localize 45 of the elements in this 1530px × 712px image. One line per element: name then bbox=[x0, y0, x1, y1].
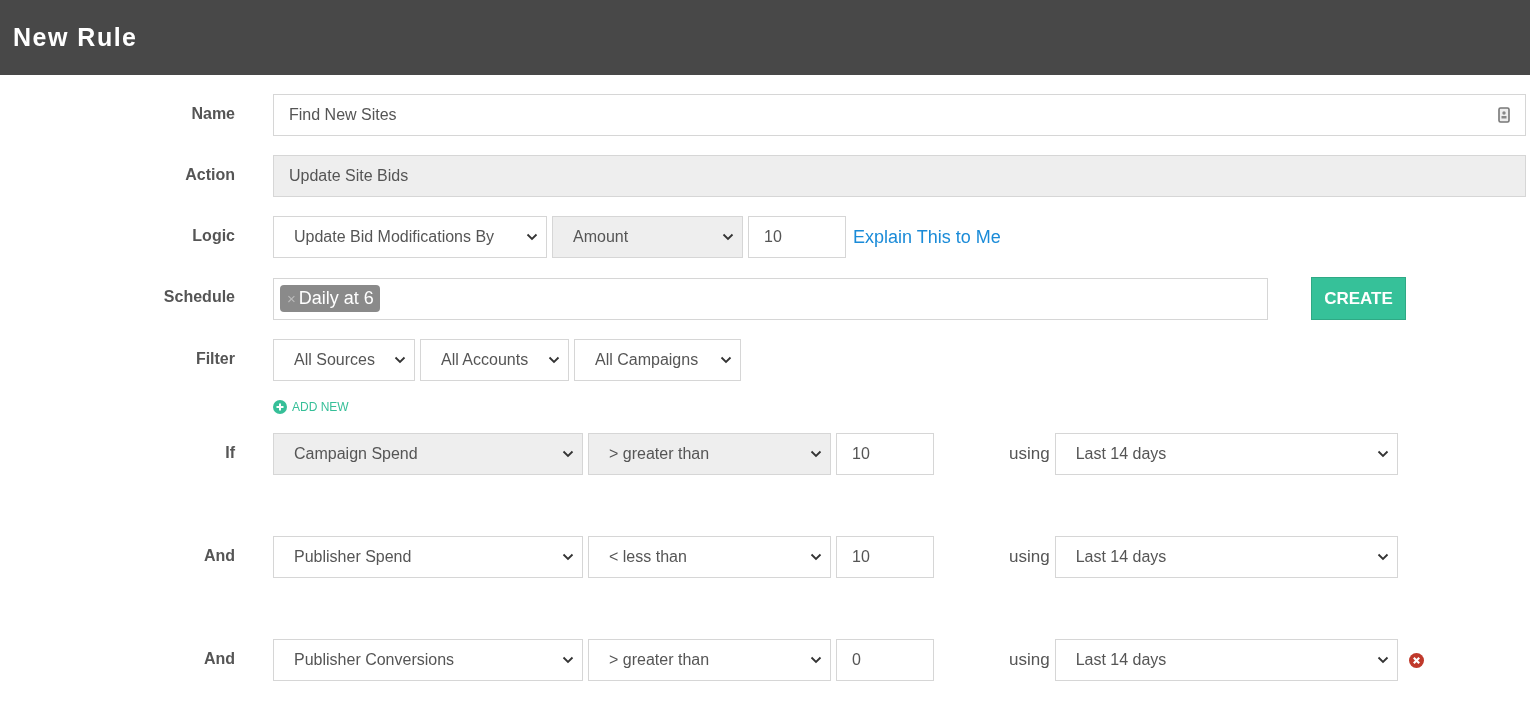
value-input[interactable]: 0 bbox=[836, 639, 934, 681]
field-label: Schedule bbox=[163, 287, 235, 306]
chevron-down-icon bbox=[562, 553, 574, 561]
chevron-down-icon bbox=[810, 553, 822, 561]
field-label: Logic bbox=[192, 226, 235, 245]
condition-label: And bbox=[203, 649, 235, 668]
remove-icon[interactable] bbox=[1408, 652, 1424, 668]
chevron-down-icon bbox=[810, 656, 822, 664]
metric-dropdown[interactable]: Publisher Spend bbox=[273, 536, 583, 578]
plus-circle-icon bbox=[273, 400, 287, 414]
chevron-down-icon bbox=[526, 233, 538, 241]
dropdown[interactable]: All Campaigns bbox=[574, 339, 741, 381]
chevron-down-icon bbox=[1376, 656, 1389, 664]
operator-dropdown[interactable]: > greater than bbox=[588, 639, 831, 681]
using-label: using bbox=[1009, 444, 1050, 464]
value-input[interactable]: 10 bbox=[836, 536, 934, 578]
operator-dropdown[interactable]: < less than bbox=[588, 536, 831, 578]
date-range-dropdown[interactable]: Last 14 days bbox=[1054, 536, 1398, 578]
explain-link[interactable]: Explain This to Me bbox=[853, 226, 1001, 248]
chevron-down-icon bbox=[722, 233, 734, 241]
dropdown[interactable]: Update Bid Modifications By bbox=[273, 216, 547, 258]
chevron-down-icon bbox=[720, 356, 732, 364]
chevron-down-icon bbox=[548, 356, 560, 364]
schedule-tag: × Daily at 6 bbox=[280, 285, 380, 312]
chevron-down-icon bbox=[394, 356, 406, 364]
chevron-down-icon bbox=[562, 450, 574, 458]
condition-label: If bbox=[225, 443, 235, 462]
amount-input[interactable]: 10 bbox=[748, 216, 846, 258]
using-label: using bbox=[1009, 650, 1050, 670]
date-range-dropdown[interactable]: Last 14 days bbox=[1054, 639, 1398, 681]
field-label: Action bbox=[185, 165, 235, 184]
dropdown[interactable]: All Accounts bbox=[420, 339, 569, 381]
name-field[interactable]: Find New Sites bbox=[273, 94, 1526, 136]
condition-label: And bbox=[203, 546, 235, 565]
dropdown[interactable]: All Sources bbox=[273, 339, 415, 381]
page-title: New Rule bbox=[13, 23, 138, 52]
contact-card-icon bbox=[1498, 107, 1510, 123]
chevron-down-icon bbox=[810, 450, 822, 458]
metric-dropdown[interactable]: Publisher Conversions bbox=[273, 639, 583, 681]
using-label: using bbox=[1009, 547, 1050, 567]
field-label: Filter bbox=[195, 349, 235, 368]
chevron-down-icon bbox=[562, 656, 574, 664]
field-label: Name bbox=[191, 104, 235, 123]
chevron-down-icon bbox=[1376, 450, 1389, 458]
chevron-down-icon bbox=[1376, 553, 1389, 561]
